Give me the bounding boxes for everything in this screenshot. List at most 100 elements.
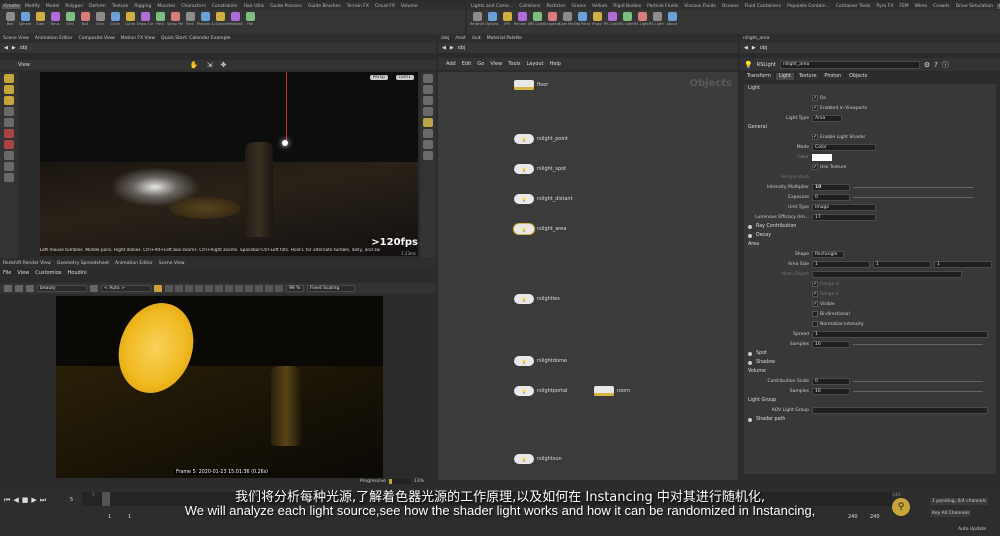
shelf-tab[interactable]: Rigging xyxy=(132,4,153,9)
shelf-tab[interactable]: Viscous Fluids xyxy=(682,4,718,9)
shelf-tab[interactable]: Container Tools xyxy=(834,4,873,9)
shelf-tab[interactable]: Grains xyxy=(569,4,588,9)
pane-tab[interactable]: Motion FX View xyxy=(121,36,155,41)
snap-tool-icon[interactable] xyxy=(4,162,14,171)
shelf-tab[interactable]: FEM xyxy=(897,4,910,9)
node-room[interactable]: room xyxy=(594,386,630,396)
range-v-checkbox[interactable]: ✓ xyxy=(812,291,818,297)
forward-icon[interactable]: ▶ xyxy=(450,45,454,51)
handle-tool-icon[interactable] xyxy=(4,140,14,149)
shelf-tab[interactable]: Guide Brushes xyxy=(306,4,343,9)
render-tool-icon[interactable] xyxy=(275,285,283,292)
scene-path[interactable]: obj xyxy=(20,45,28,51)
color-swatch[interactable] xyxy=(812,153,832,161)
shelf-tool[interactable]: RS Light Portal xyxy=(649,12,665,26)
shelf-tool[interactable]: Redshift xyxy=(470,12,484,26)
intensity-slider[interactable] xyxy=(853,186,973,188)
shelf-tool[interactable]: About xyxy=(665,12,679,26)
intensity-field[interactable]: 10 xyxy=(812,183,850,191)
shelf-tool[interactable]: RS Light xyxy=(530,12,544,26)
shelf-tool[interactable]: Line xyxy=(93,12,107,26)
shelf-tool[interactable]: RS Light IES xyxy=(619,12,635,26)
forward-icon[interactable]: ▶ xyxy=(752,45,756,51)
vol-samples-slider[interactable] xyxy=(853,390,983,392)
shelf-tool[interactable]: Tube xyxy=(33,12,47,26)
shelf-tool[interactable]: Null xyxy=(78,12,92,26)
contrib-field[interactable]: 0 xyxy=(812,377,850,385)
viewport-cam[interactable]: cam1 xyxy=(395,75,414,80)
render-tool-icon[interactable] xyxy=(185,285,193,292)
back-icon[interactable]: ◀ xyxy=(442,45,446,51)
shaded-icon[interactable] xyxy=(423,107,433,116)
shelf-tab[interactable]: Volume xyxy=(399,4,420,9)
pane-tab[interactable]: /obj xyxy=(441,36,449,41)
render-menu-item[interactable]: View xyxy=(17,270,29,276)
light-bulb-icon[interactable] xyxy=(423,118,433,127)
network-menu-item[interactable]: Layout xyxy=(527,61,544,67)
pane-tab[interactable]: Redshift Render View xyxy=(3,261,51,266)
mesh-object-field[interactable] xyxy=(812,270,962,278)
lock-icon[interactable] xyxy=(4,118,14,127)
render-tool-icon[interactable] xyxy=(215,285,223,292)
dolly-icon[interactable]: ⇲ xyxy=(207,61,213,69)
spot-section[interactable]: Spot xyxy=(744,349,996,358)
pane-tab[interactable]: Quick Start: Calendar Example xyxy=(161,36,230,41)
normalize-checkbox[interactable] xyxy=(812,321,818,327)
network-menu-item[interactable]: Edit xyxy=(462,61,472,67)
shelf-tool[interactable]: Options xyxy=(485,12,499,26)
shelf-tool[interactable]: Circle xyxy=(108,12,122,26)
node-floor[interactable]: floor xyxy=(514,80,548,90)
node-name-field[interactable]: rslight_area xyxy=(779,60,920,69)
shelf-tool[interactable]: Proxy xyxy=(590,12,604,26)
shelf-tab[interactable]: Particles xyxy=(544,4,567,9)
wireframe-icon[interactable] xyxy=(423,96,433,105)
render-play-icon[interactable] xyxy=(4,285,12,292)
shelf-tool[interactable]: Grid xyxy=(63,12,77,26)
render-tool-icon[interactable] xyxy=(265,285,273,292)
shelf-tool[interactable]: Obj Params xyxy=(574,12,590,26)
node-rslight-point[interactable]: 💡 rslight_point xyxy=(514,134,568,144)
shelf-tab[interactable]: Deform xyxy=(87,4,108,9)
samples-slider[interactable] xyxy=(853,343,983,345)
shelf-tool[interactable]: Font xyxy=(183,12,197,26)
pane-tab[interactable]: Material Palette xyxy=(487,36,522,41)
param-tab[interactable]: rslight_area xyxy=(743,36,769,41)
back-icon[interactable]: ◀ xyxy=(4,45,8,51)
tumble-icon[interactable]: ✋ xyxy=(190,61,199,69)
shelf-tab[interactable]: Create xyxy=(2,3,21,9)
network-menu-item[interactable]: Tools xyxy=(508,61,520,67)
shelf-tab[interactable]: Polygon xyxy=(63,4,85,9)
render-menu-item[interactable]: File xyxy=(3,270,11,276)
shelf-tab[interactable]: Populate Contain... xyxy=(785,4,832,9)
node-rslightportal[interactable]: 💡 rslightportal xyxy=(514,386,567,396)
shelf-tab[interactable]: Vellum xyxy=(590,4,609,9)
shelf-tab[interactable]: Modify xyxy=(23,4,42,9)
spread-field[interactable]: 1 xyxy=(812,330,988,338)
forward-icon[interactable]: ▶ xyxy=(12,45,16,51)
node-rslightdome[interactable]: 💡 rslightdome xyxy=(514,356,567,366)
param-tab[interactable]: Light xyxy=(775,73,794,80)
help-icon[interactable]: ? xyxy=(934,61,938,69)
exposure-field[interactable]: 0 xyxy=(812,193,850,201)
snapshot-icon[interactable] xyxy=(423,151,433,160)
light-type-select[interactable]: Area xyxy=(812,114,842,122)
shelf-tool[interactable]: RS Light Sun xyxy=(634,12,650,26)
area-size-y[interactable]: 1 xyxy=(873,260,931,268)
render-tool-icon[interactable] xyxy=(245,285,253,292)
info-icon[interactable]: ⓘ xyxy=(942,60,949,70)
shelf-tool[interactable]: Snapshot xyxy=(544,12,560,26)
shelf-tab[interactable]: Cloud FX xyxy=(373,4,397,9)
shelf-tool[interactable]: Spray Paint xyxy=(167,12,183,26)
param-tab[interactable]: Texture xyxy=(795,73,820,80)
node-rslight-spot[interactable]: 💡 rslight_spot xyxy=(514,164,566,174)
shelf-tool[interactable]: Metaball xyxy=(228,12,243,26)
pane-tab[interactable]: /out xyxy=(472,36,481,41)
pane-tab[interactable]: /mat xyxy=(455,36,465,41)
use-texture-checkbox[interactable]: ✓ xyxy=(812,164,818,170)
node-rslighties[interactable]: 💡 rslighties xyxy=(514,294,560,304)
pan-icon[interactable]: ✥ xyxy=(220,61,226,69)
shelf-tab[interactable]: Pyro FX xyxy=(874,4,895,9)
enable-shader-checkbox[interactable]: ✓ xyxy=(812,134,818,140)
range-u-checkbox[interactable]: ✓ xyxy=(812,281,818,287)
shelf-tab[interactable]: Muscles xyxy=(155,4,177,9)
